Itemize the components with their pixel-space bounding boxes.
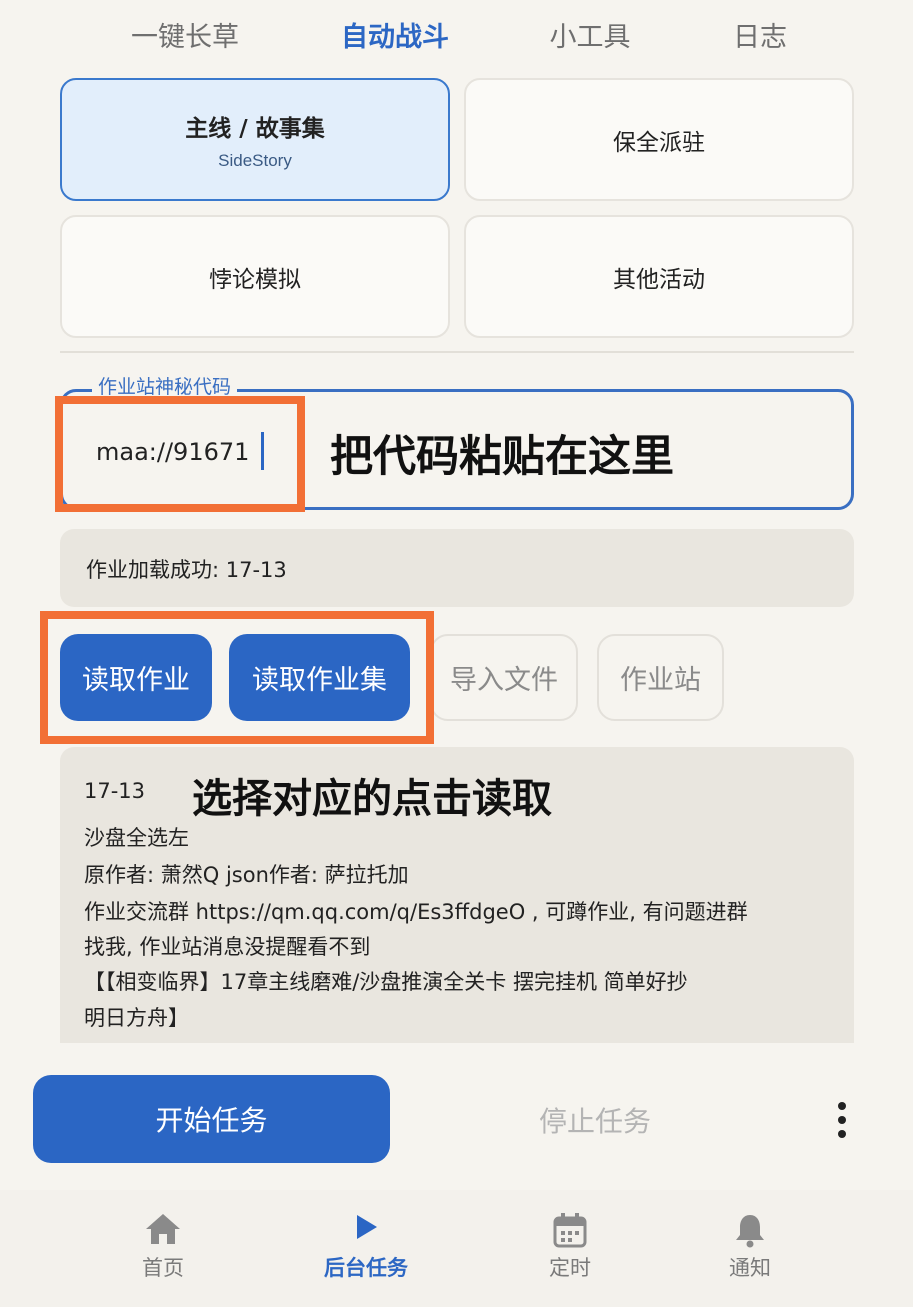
job-detail-line: 作业交流群 https://qm.qq.com/q/Es3ffdgeO , 可蹲… [84, 900, 748, 924]
nav-item-notifications[interactable]: 通知 [650, 1190, 850, 1307]
stop-task-button[interactable]: 停止任务 [470, 1100, 720, 1140]
section-divider [60, 351, 854, 353]
play-icon [351, 1212, 381, 1246]
mode-card-subtitle: SideStory [218, 150, 292, 170]
job-stage-label: 17-13 [84, 779, 146, 803]
load-status-box: 作业加载成功: 17-13 [60, 529, 854, 607]
bell-icon [734, 1212, 766, 1252]
bottom-nav: 首页 后台任务 定时 通知 [0, 1190, 913, 1307]
home-icon [144, 1212, 182, 1250]
mode-card-other[interactable]: 其他活动 [464, 215, 854, 338]
annotation-highlight-input [55, 396, 305, 512]
start-task-button[interactable]: 开始任务 [33, 1075, 390, 1163]
tab-log[interactable]: 日志 [700, 14, 820, 62]
nav-item-schedule[interactable]: 定时 [470, 1190, 670, 1307]
nav-label: 定时 [549, 1256, 591, 1280]
job-detail-line: 沙盘全选左 [84, 826, 189, 850]
mode-card-title: 悖论模拟 [209, 266, 301, 293]
mode-card-security[interactable]: 保全派驻 [464, 78, 854, 201]
tab-auto-battle[interactable]: 自动战斗 [320, 14, 470, 62]
mode-card-title: 其他活动 [613, 266, 705, 293]
mode-card-paradox[interactable]: 悖论模拟 [60, 215, 450, 338]
job-detail-line: 找我, 作业站消息没提醒看不到 [84, 935, 371, 959]
job-station-button[interactable]: 作业站 [597, 634, 724, 721]
annotation-read-hint: 选择对应的点击读取 [192, 775, 552, 822]
mode-card-title: 主线 / 故事集 [185, 115, 325, 142]
more-options-icon[interactable] [828, 1100, 856, 1140]
nav-label: 后台任务 [324, 1256, 408, 1280]
job-detail-line: 【【相变临界】17章主线磨难/沙盘推演全关卡 摆完挂机 简单好抄 [84, 970, 688, 994]
nav-item-home[interactable]: 首页 [63, 1190, 263, 1307]
nav-label: 通知 [729, 1256, 771, 1280]
load-status-text: 作业加载成功: 17-13 [86, 558, 287, 582]
job-detail-line: 原作者: 萧然Q json作者: 萨拉托加 [84, 863, 409, 887]
tab-tools[interactable]: 小工具 [520, 14, 660, 62]
mode-card-title: 保全派驻 [613, 129, 705, 156]
annotation-paste-hint: 把代码粘贴在这里 [330, 432, 674, 482]
import-file-button[interactable]: 导入文件 [430, 634, 578, 721]
nav-label: 首页 [142, 1256, 184, 1280]
calendar-icon [553, 1212, 587, 1252]
nav-item-background-tasks[interactable]: 后台任务 [266, 1190, 466, 1307]
job-detail-line: 明日方舟】 [84, 1006, 189, 1030]
annotation-highlight-buttons [40, 611, 434, 744]
tab-one-key[interactable]: 一键长草 [110, 14, 260, 62]
mode-card-main-story[interactable]: 主线 / 故事集 SideStory [60, 78, 450, 201]
